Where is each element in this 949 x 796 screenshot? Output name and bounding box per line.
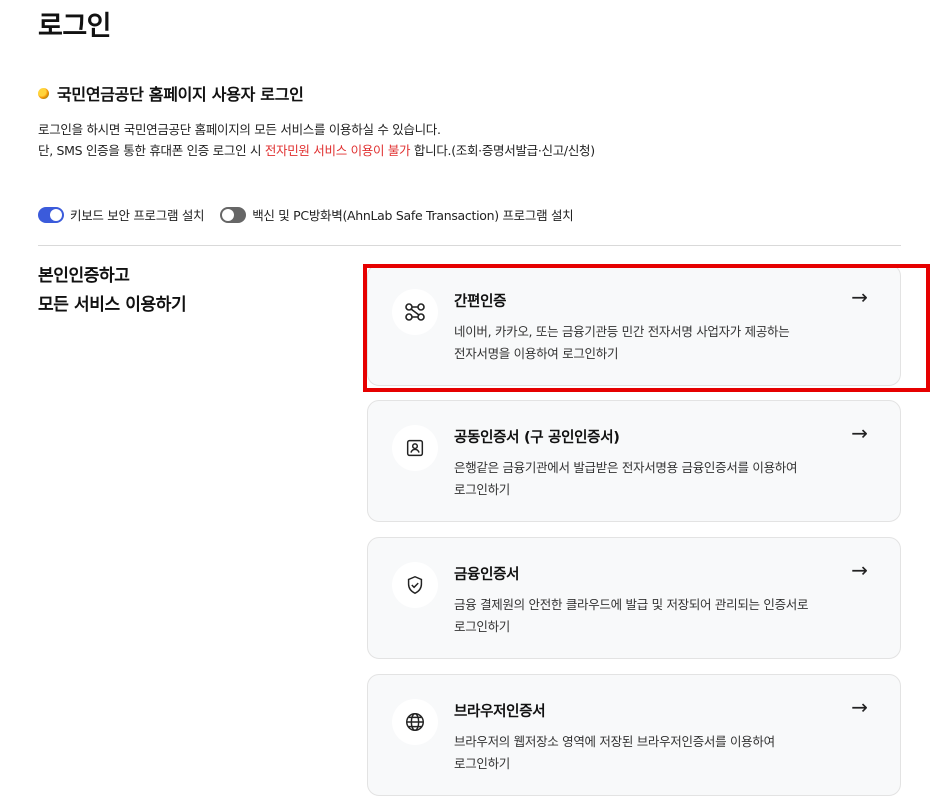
toggle-knob xyxy=(222,208,235,221)
side-heading-line-1: 본인인증하고 xyxy=(38,266,130,286)
card-description: 금융 결제원의 안전한 클라우드에 발급 및 저장되어 관리되는 인증서로 로그… xyxy=(454,594,854,638)
card-description: 은행같은 금융기관에서 발급받은 전자서명용 금융인증서를 이용하여 로그인하기 xyxy=(454,457,854,501)
card-desc-line-1: 네이버, 카카오, 또는 금융기관등 민간 전자서명 사업자가 제공하는 xyxy=(454,324,790,339)
arrow-right-icon: → xyxy=(851,558,868,582)
card-title: 브라우저인증서 xyxy=(454,704,546,720)
bullet-logo-icon xyxy=(38,87,49,99)
side-heading-line-2: 모든 서비스 이용하기 xyxy=(38,295,187,315)
program-install-toggles: 키보드 보안 프로그램 설치 백신 및 PC방화벽(AhnLab Safe Tr… xyxy=(38,205,589,224)
browser-certificate-card[interactable]: 브라우저인증서 브라우저의 웹저장소 영역에 저장된 브라우저인증서를 이용하여… xyxy=(367,674,901,796)
link-nodes-icon xyxy=(392,289,438,335)
card-description: 네이버, 카카오, 또는 금융기관등 민간 전자서명 사업자가 제공하는 전자서… xyxy=(454,321,854,365)
section-title: 국민연금공단 홈페이지 사용자 로그인 xyxy=(38,81,304,105)
card-title: 공동인증서 (구 공인인증서) xyxy=(454,430,620,446)
card-title: 금융인증서 xyxy=(454,567,520,583)
simple-auth-card[interactable]: 간편인증 네이버, 카카오, 또는 금융기관등 민간 전자서명 사업자가 제공하… xyxy=(367,264,901,386)
auth-side-heading: 본인인증하고 모든 서비스 이용하기 xyxy=(38,262,187,320)
ahnlab-toggle[interactable] xyxy=(220,206,247,223)
card-desc-line-2: 로그인하기 xyxy=(454,756,511,771)
card-desc-line-2: 전자서명을 이용하여 로그인하기 xyxy=(454,346,619,361)
shield-check-icon xyxy=(392,562,438,608)
desc-line-1: 로그인을 하시면 국민연금공단 홈페이지의 모든 서비스를 이용하실 수 있습니… xyxy=(38,122,441,137)
financial-certificate-card[interactable]: 금융인증서 금융 결제원의 안전한 클라우드에 발급 및 저장되어 관리되는 인… xyxy=(367,537,901,659)
arrow-right-icon: → xyxy=(851,695,868,719)
keyboard-security-toggle[interactable] xyxy=(38,206,64,223)
ahnlab-label: 백신 및 PC방화벽(AhnLab Safe Transaction) 프로그램… xyxy=(252,208,574,223)
ahnlab-toggle-item[interactable]: 백신 및 PC방화벽(AhnLab Safe Transaction) 프로그램… xyxy=(220,205,574,224)
card-title: 간편인증 xyxy=(454,294,507,310)
card-desc-line-2: 로그인하기 xyxy=(454,619,511,634)
joint-certificate-card[interactable]: 공동인증서 (구 공인인증서) 은행같은 금융기관에서 발급받은 전자서명용 금… xyxy=(367,400,901,522)
arrow-right-icon: → xyxy=(851,421,868,445)
divider xyxy=(38,245,901,246)
desc-line-2: 단, SMS 인증을 통한 휴대폰 인증 로그인 시 전자민원 서비스 이용이 … xyxy=(38,140,595,161)
section-title-text: 국민연금공단 홈페이지 사용자 로그인 xyxy=(57,85,304,104)
card-desc-line-1: 금융 결제원의 안전한 클라우드에 발급 및 저장되어 관리되는 인증서로 xyxy=(454,597,809,612)
login-description: 로그인을 하시면 국민연금공단 홈페이지의 모든 서비스를 이용하실 수 있습니… xyxy=(38,119,595,161)
keyboard-security-toggle-item[interactable]: 키보드 보안 프로그램 설치 xyxy=(38,205,205,224)
keyboard-security-label: 키보드 보안 프로그램 설치 xyxy=(70,208,205,223)
page-title: 로그인 xyxy=(38,11,112,42)
card-description: 브라우저의 웹저장소 영역에 저장된 브라우저인증서를 이용하여 로그인하기 xyxy=(454,731,854,775)
globe-icon xyxy=(392,699,438,745)
id-card-icon xyxy=(392,425,438,471)
arrow-right-icon: → xyxy=(851,285,868,309)
desc-warning: 전자민원 서비스 이용이 불가 xyxy=(264,143,411,158)
toggle-knob xyxy=(50,208,62,221)
desc-line-2-pre: 단, SMS 인증을 통한 휴대폰 인증 로그인 시 xyxy=(38,143,265,158)
desc-line-2-post: 합니다.(조회·증명서발급·신고/신청) xyxy=(410,143,595,158)
card-desc-line-1: 브라우저의 웹저장소 영역에 저장된 브라우저인증서를 이용하여 xyxy=(454,734,775,749)
card-desc-line-2: 로그인하기 xyxy=(454,482,511,497)
card-desc-line-1: 은행같은 금융기관에서 발급받은 전자서명용 금융인증서를 이용하여 xyxy=(454,460,798,475)
